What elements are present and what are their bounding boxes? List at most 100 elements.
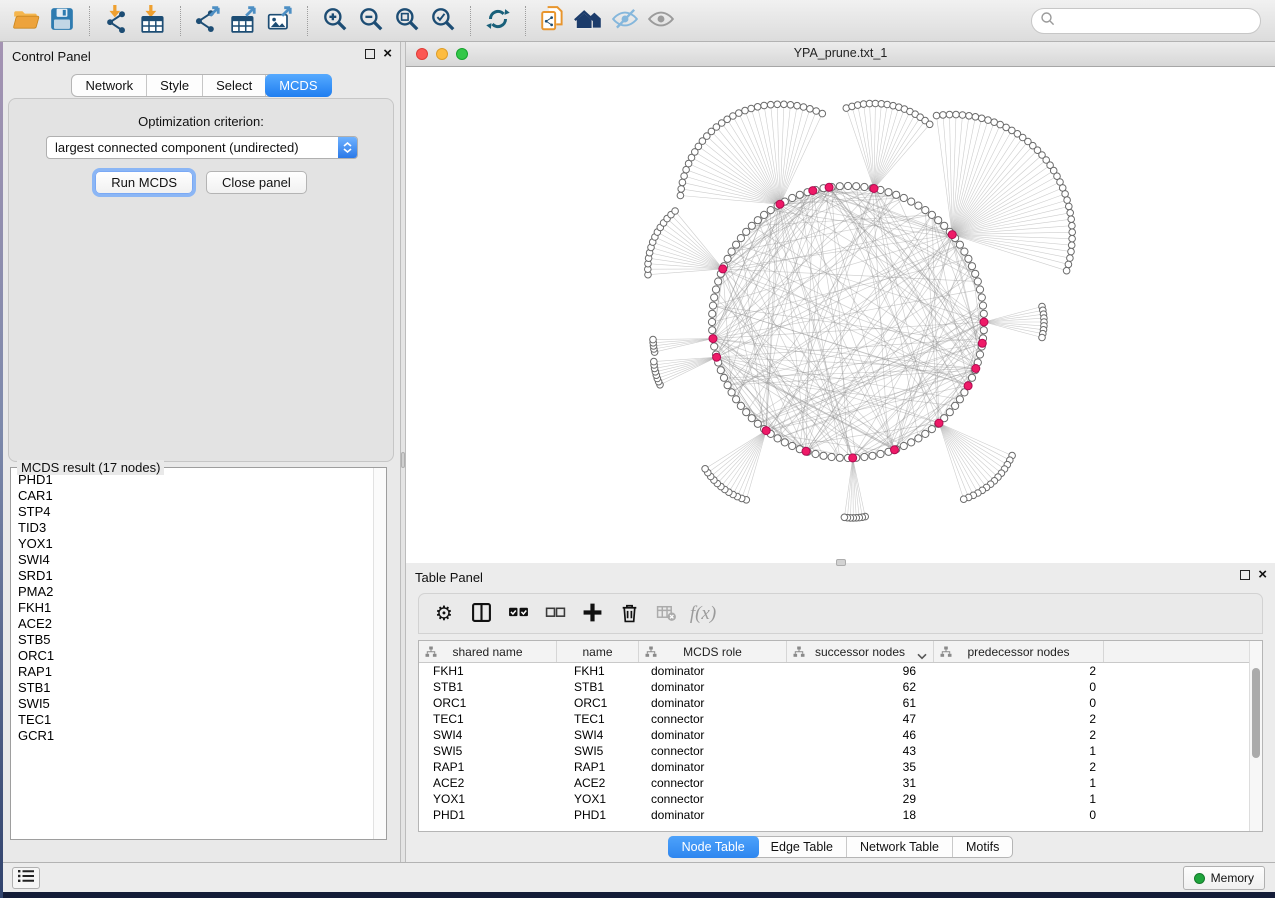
export-table-button[interactable]	[226, 3, 262, 39]
tab-select[interactable]: Select	[203, 75, 266, 96]
table-row[interactable]: YOX1YOX1connector291	[419, 791, 1262, 807]
mcds-result-item[interactable]: RAP1	[12, 664, 372, 680]
select-all-button[interactable]	[503, 599, 533, 629]
mcds-result-item[interactable]: GCR1	[12, 728, 372, 744]
zoom-out-button[interactable]	[353, 3, 389, 39]
table-cell: 0	[934, 808, 1104, 822]
tab-motifs[interactable]: Motifs	[953, 837, 1012, 857]
copy-network-button[interactable]	[535, 3, 571, 39]
float-panel-icon[interactable]	[365, 49, 375, 59]
table-scrollbar-thumb[interactable]	[1252, 668, 1260, 758]
mcds-result-item[interactable]: SWI5	[12, 696, 372, 712]
delete-row-button[interactable]	[614, 599, 644, 629]
toolbar-separator	[89, 6, 90, 36]
table-row[interactable]: FKH1FKH1dominator962	[419, 663, 1262, 679]
toolbar-separator	[470, 6, 471, 36]
divider-grip[interactable]	[401, 452, 405, 468]
table-row[interactable]: ACE2ACE2connector311	[419, 775, 1262, 791]
mcds-result-item[interactable]: SRD1	[12, 568, 372, 584]
mcds-result-item[interactable]: PMA2	[12, 584, 372, 600]
close-panel-button[interactable]: Close panel	[206, 171, 307, 194]
table-cell: 35	[787, 760, 934, 774]
node-table: shared name name MCDS rolesuccessor nodesp…	[418, 640, 1263, 832]
table-row[interactable]: SWI5SWI5connector431	[419, 743, 1262, 759]
table-row[interactable]: ORC1ORC1dominator610	[419, 695, 1262, 711]
run-mcds-button[interactable]: Run MCDS	[95, 171, 193, 194]
table-cell: dominator	[639, 760, 787, 774]
column-label: name	[582, 645, 612, 659]
float-panel-icon[interactable]	[1240, 570, 1250, 580]
mcds-result-item[interactable]: ORC1	[12, 648, 372, 664]
column-header-name[interactable]: name	[557, 641, 639, 662]
table-row[interactable]: STB1STB1dominator620	[419, 679, 1262, 695]
column-header-successor-nodes[interactable]: successor nodes	[787, 641, 934, 662]
export-image-button[interactable]	[262, 3, 298, 39]
table-row[interactable]: SWI4SWI4dominator462	[419, 727, 1262, 743]
table-cell: 47	[787, 712, 934, 726]
table-row[interactable]: PHD1PHD1dominator180	[419, 807, 1262, 823]
close-panel-icon[interactable]: ×	[1258, 570, 1267, 580]
floppy-icon	[49, 6, 75, 35]
hide-selected-button[interactable]	[607, 3, 643, 39]
import-network-button[interactable]	[99, 3, 135, 39]
search-icon	[1040, 11, 1056, 32]
tab-network-table[interactable]: Network Table	[847, 837, 953, 857]
attribute-type-icon	[940, 646, 952, 661]
column-header-predecessor-nodes[interactable]: predecessor nodes	[934, 641, 1104, 662]
tab-node-table[interactable]: Node Table	[668, 836, 759, 858]
open-session-button[interactable]	[8, 3, 44, 39]
tab-style[interactable]: Style	[147, 75, 203, 96]
import-table-icon	[139, 5, 167, 36]
import-table-button[interactable]	[135, 3, 171, 39]
optimization-select[interactable]: largest connected component (undirected)	[46, 136, 358, 159]
mcds-list-scrollbar[interactable]	[373, 468, 386, 839]
zoom-in-button[interactable]	[317, 3, 353, 39]
first-neighbors-button[interactable]	[571, 3, 607, 39]
table-row[interactable]: RAP1RAP1dominator352	[419, 759, 1262, 775]
deselect-all-button[interactable]	[540, 599, 570, 629]
mcds-result-item[interactable]: FKH1	[12, 600, 372, 616]
export-network-button[interactable]	[190, 3, 226, 39]
zoom-fit-button[interactable]	[389, 3, 425, 39]
mcds-result-item[interactable]: ACE2	[12, 616, 372, 632]
horizontal-divider-grip[interactable]	[836, 559, 846, 566]
mcds-result-item[interactable]: TEC1	[12, 712, 372, 728]
tab-edge-table[interactable]: Edge Table	[758, 837, 847, 857]
show-all-button[interactable]	[643, 3, 679, 39]
network-canvas-svg[interactable]	[406, 67, 1275, 563]
table-cell: 61	[787, 696, 934, 710]
table-cell: ORC1	[419, 696, 557, 710]
mcds-result-item[interactable]: CAR1	[12, 488, 372, 504]
table-scrollbar[interactable]	[1249, 641, 1262, 831]
table-cell: STB1	[557, 680, 639, 694]
mcds-result-item[interactable]: SWI4	[12, 552, 372, 568]
zoom-selected-button[interactable]	[425, 3, 461, 39]
task-history-button[interactable]	[12, 867, 40, 889]
select-stepper-icon	[338, 137, 357, 158]
table-cell: 1	[934, 776, 1104, 790]
add-row-button[interactable]	[577, 599, 607, 629]
refresh-button[interactable]	[480, 3, 516, 39]
mcds-result-item[interactable]: YOX1	[12, 536, 372, 552]
attribute-type-icon	[645, 646, 657, 661]
column-header-shared-name[interactable]: shared name	[419, 641, 557, 662]
tab-network[interactable]: Network	[72, 75, 147, 96]
settings-button[interactable]: ⚙	[429, 599, 459, 629]
tab-mcds[interactable]: MCDS	[265, 74, 331, 97]
memory-button[interactable]: Memory	[1183, 866, 1265, 890]
close-panel-icon[interactable]: ×	[383, 49, 392, 59]
table-cell: 1	[934, 744, 1104, 758]
toolbar-separator	[307, 6, 308, 36]
mcds-result-item[interactable]: STB5	[12, 632, 372, 648]
table-row[interactable]: TEC1TEC1connector472	[419, 711, 1262, 727]
mcds-result-item[interactable]: PHD1	[12, 472, 372, 488]
network-window-title: YPA_prune.txt_1	[406, 46, 1275, 60]
column-header-MCDS-role[interactable]: MCDS role	[639, 641, 787, 662]
mcds-result-item[interactable]: STB1	[12, 680, 372, 696]
search-input[interactable]	[1056, 11, 1260, 31]
table-cell: FKH1	[419, 664, 557, 678]
mcds-result-item[interactable]: STP4	[12, 504, 372, 520]
column-chooser-button[interactable]	[466, 599, 496, 629]
save-session-button[interactable]	[44, 3, 80, 39]
mcds-result-item[interactable]: TID3	[12, 520, 372, 536]
